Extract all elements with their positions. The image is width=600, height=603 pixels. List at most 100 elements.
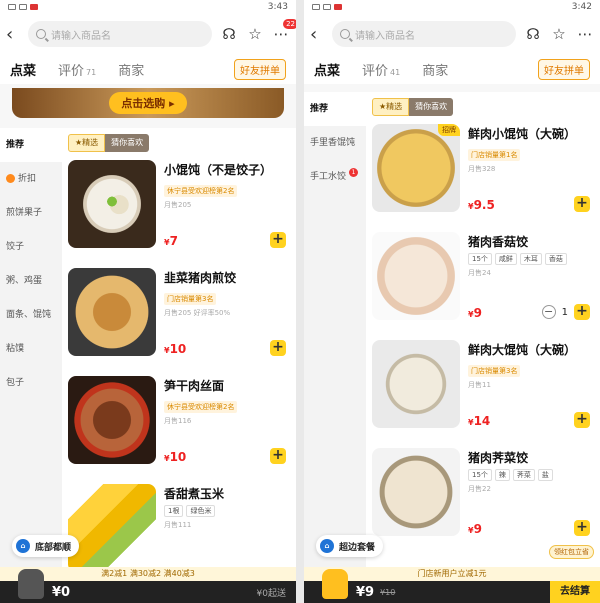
filter-featured[interactable]: ★精选 bbox=[68, 134, 106, 152]
dish-name: 笋干肉丝面 bbox=[164, 379, 225, 393]
add-to-cart-button[interactable]: + bbox=[574, 412, 590, 428]
new-user-promo-bar: 门店新用户立减1元 bbox=[304, 567, 600, 581]
dish-item[interactable]: 鲜肉大馄饨（大碗） 门店销量第3名 月售11 ¥14 + bbox=[372, 340, 594, 448]
filter-guess[interactable]: 猜你喜欢 bbox=[409, 98, 454, 116]
tab-shop[interactable]: 商家 bbox=[118, 60, 144, 79]
dish-image bbox=[372, 232, 460, 320]
dish-item[interactable]: 猪肉荠菜饺 15个 辣 荠菜 盐 月售22 ¥9 + bbox=[372, 448, 594, 556]
sidebar-item-recommend[interactable]: 推荐 bbox=[304, 92, 366, 126]
add-to-cart-button[interactable]: + bbox=[574, 196, 590, 212]
dish-tag: 木耳 bbox=[519, 253, 542, 265]
left-screen: 3:43 ‹ 请输入商品名 ☊ ☆ ⋯ 22 点菜 评价 71 商家 好友拼单 点击… bbox=[0, 0, 296, 603]
banner-button[interactable]: 点击选购 ▸ bbox=[109, 92, 187, 114]
dish-item[interactable]: 招牌 鲜肉小馄饨（大碗） 门店销量第1名 月售328 ¥9.5 + bbox=[372, 124, 594, 232]
dish-price: ¥14 bbox=[468, 414, 491, 428]
search-icon bbox=[340, 29, 350, 39]
dish-item[interactable]: 韭菜猪肉煎饺 门店销量第3名 月售205 好评率50% ¥10 + bbox=[68, 268, 290, 376]
dish-meta: 月售328 bbox=[468, 165, 496, 173]
dish-name: 鲜肉大馄饨（大碗） bbox=[468, 343, 577, 357]
sidebar-item-discount[interactable]: 折扣 bbox=[0, 162, 62, 196]
promo-banner[interactable]: 点击选购 ▸ bbox=[12, 88, 284, 118]
dish-tag: 香菇 bbox=[544, 253, 567, 265]
filter-guess[interactable]: 猜你喜欢 bbox=[105, 134, 150, 152]
star-icon[interactable]: ☆ bbox=[246, 25, 264, 43]
notification-badge: 22 bbox=[283, 19, 296, 29]
filter-featured[interactable]: ★精选 bbox=[372, 98, 410, 116]
star-icon[interactable]: ☆ bbox=[550, 25, 568, 43]
min-order-label: ¥0起送 bbox=[256, 588, 286, 599]
status-icon bbox=[312, 4, 320, 10]
shopping-bag-icon[interactable] bbox=[322, 569, 348, 599]
tab-review[interactable]: 评价 71 bbox=[58, 60, 96, 79]
dish-meta: 月售205 好评率50% bbox=[164, 309, 231, 317]
back-arrow-icon[interactable]: ‹ bbox=[310, 24, 324, 45]
top-bar: ‹ 请输入商品名 ☊ ☆ ⋯ bbox=[304, 14, 600, 54]
dish-item[interactable]: 小馄饨（不是饺子） 休宁县受欢迎榜第2名 月售205 ¥7 + bbox=[68, 160, 290, 268]
sidebar-item-handmade-dumplings[interactable]: 手工水饺 1 bbox=[304, 160, 366, 194]
search-placeholder: 请输入商品名 bbox=[355, 30, 415, 42]
dish-name: 香甜煮玉米 bbox=[164, 487, 225, 501]
tab-order[interactable]: 点菜 bbox=[10, 60, 36, 79]
dish-name: 小馄饨（不是饺子） bbox=[164, 163, 273, 177]
search-input[interactable]: 请输入商品名 bbox=[332, 21, 516, 47]
sidebar-item-porridge[interactable]: 粥、鸡蛋 bbox=[0, 264, 62, 298]
sidebar-item-dumplings[interactable]: 饺子 bbox=[0, 230, 62, 264]
back-arrow-icon[interactable]: ‹ bbox=[6, 24, 20, 45]
headset-icon[interactable]: ☊ bbox=[220, 25, 238, 43]
more-icon[interactable]: ⋯ 22 bbox=[272, 19, 296, 43]
dish-tag: 15个 bbox=[468, 469, 492, 481]
friends-group-order-button[interactable]: 好友拼单 bbox=[538, 58, 590, 80]
cart-bar[interactable]: ¥9 ¥10 去结算 bbox=[304, 569, 600, 603]
quantity-value: 1 bbox=[561, 306, 568, 318]
decrease-button[interactable]: − bbox=[541, 305, 556, 319]
quantity-stepper: − 1 + bbox=[541, 304, 590, 320]
dish-image bbox=[372, 340, 460, 428]
shortcut-icon: ⌂ bbox=[320, 539, 334, 553]
float-shortcut-button[interactable]: ⌂ 超边套餐 bbox=[316, 535, 384, 557]
sidebar-item-recommend[interactable]: 推荐 bbox=[0, 128, 62, 162]
sidebar-item-wonton[interactable]: 手里香馄饨 bbox=[304, 126, 366, 160]
tab-bar: 点菜 评价 41 商家 好友拼单 bbox=[304, 54, 600, 84]
tab-review[interactable]: 评价 41 bbox=[362, 60, 400, 79]
sidebar-item-noodles[interactable]: 面条、馄饨 bbox=[0, 298, 62, 332]
increase-button[interactable]: + bbox=[574, 304, 590, 320]
add-to-cart-button[interactable]: + bbox=[270, 340, 286, 356]
add-to-cart-button[interactable]: + bbox=[574, 520, 590, 536]
status-icon bbox=[323, 4, 331, 10]
dish-name: 韭菜猪肉煎饺 bbox=[164, 271, 237, 285]
status-bar: 3:42 bbox=[304, 0, 600, 14]
status-time: 3:43 bbox=[267, 2, 288, 12]
friends-group-order-button[interactable]: 好友拼单 bbox=[234, 58, 286, 80]
dish-list: ★精选 猜你喜欢 小馄饨（不是饺子） 休宁县受欢迎榜第2名 月售205 ¥7 +… bbox=[62, 128, 296, 603]
dish-price: ¥7 bbox=[164, 234, 178, 248]
dish-price: ¥9 bbox=[468, 522, 482, 536]
shopping-bag-icon[interactable] bbox=[18, 569, 44, 599]
menu-body: 推荐 手里香馄饨 手工水饺 1 ★精选 猜你喜欢 招牌 鲜肉小馄饨（大碗） 门店销… bbox=[304, 92, 600, 603]
more-icon[interactable]: ⋯ bbox=[576, 25, 594, 43]
status-time: 3:42 bbox=[571, 2, 592, 12]
dish-item[interactable]: 猪肉香菇饺 15个 咸鲜 木耳 香菇 月售24 ¥9 − 1 + bbox=[372, 232, 594, 340]
search-input[interactable]: 请输入商品名 bbox=[28, 21, 212, 47]
float-shortcut-button[interactable]: ⌂ 底部都顺 bbox=[12, 535, 80, 557]
filter-chips: ★精选 猜你喜欢 bbox=[372, 98, 594, 116]
dish-tag: 盐 bbox=[537, 469, 553, 481]
tab-bar: 点菜 评价 71 商家 好友拼单 bbox=[0, 54, 296, 84]
dish-meta: 月售24 bbox=[468, 269, 491, 277]
sidebar-item-jianbing[interactable]: 煎饼果子 bbox=[0, 196, 62, 230]
tab-shop[interactable]: 商家 bbox=[422, 60, 448, 79]
tab-order[interactable]: 点菜 bbox=[314, 60, 340, 79]
checkout-button[interactable]: 去结算 bbox=[550, 581, 600, 603]
headset-icon[interactable]: ☊ bbox=[524, 25, 542, 43]
sidebar-item-zhanmo[interactable]: 粘馍 bbox=[0, 332, 62, 366]
dish-tag: 荠菜 bbox=[512, 469, 535, 481]
dish-image bbox=[68, 376, 156, 464]
coupon-button[interactable]: 领红包立省 bbox=[549, 545, 594, 559]
dish-tag: 1根 bbox=[164, 505, 184, 517]
dish-item[interactable]: 笋干肉丝面 休宁县受欢迎榜第2名 月售116 ¥10 + bbox=[68, 376, 290, 484]
cart-bar[interactable]: ¥0 ¥0起送 bbox=[0, 569, 296, 603]
add-to-cart-button[interactable]: + bbox=[270, 232, 286, 248]
add-to-cart-button[interactable]: + bbox=[270, 448, 286, 464]
rank-badge: 休宁县受欢迎榜第2名 bbox=[164, 185, 238, 197]
dish-price: ¥10 bbox=[164, 450, 187, 464]
sidebar-item-baozi[interactable]: 包子 bbox=[0, 366, 62, 400]
